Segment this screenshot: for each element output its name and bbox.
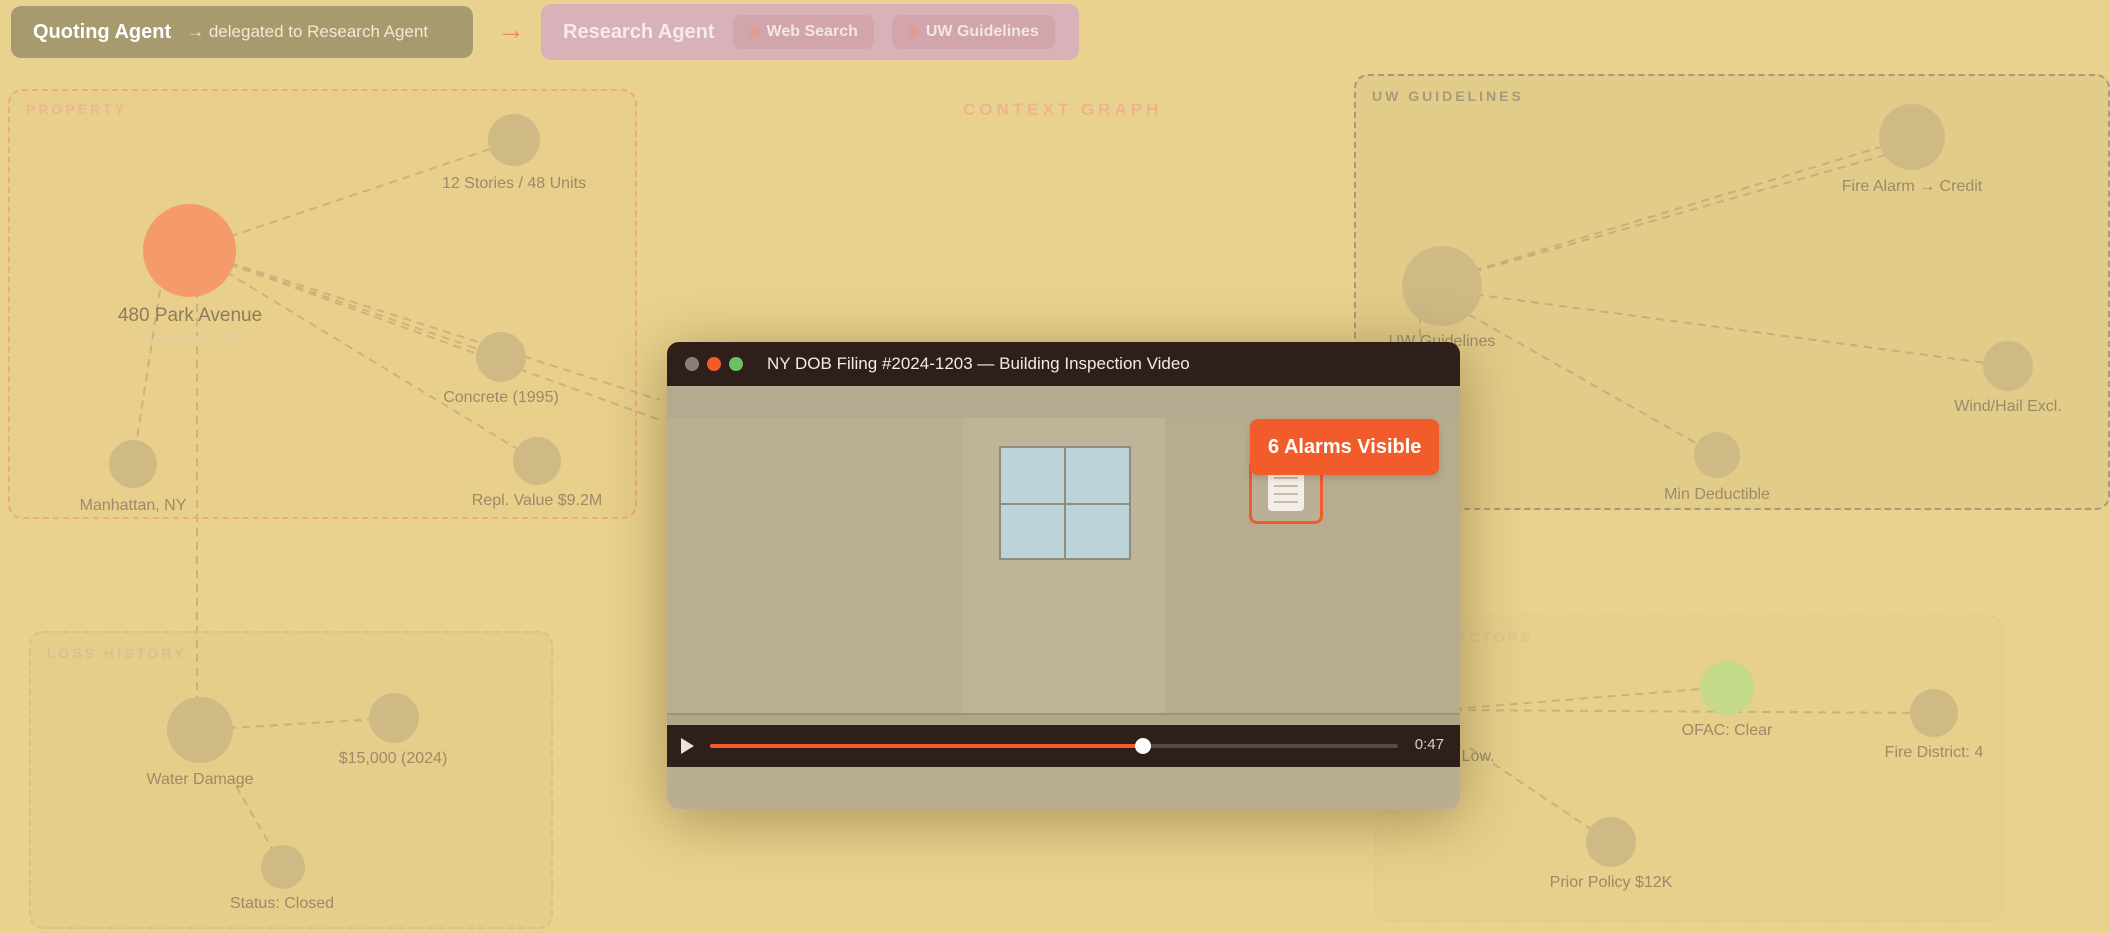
fire-alarm-credit-node[interactable]: [1879, 104, 1945, 170]
location-label: Manhattan, NY: [79, 497, 187, 514]
stories-node[interactable]: [488, 114, 540, 166]
ofac-node[interactable]: [1700, 661, 1754, 715]
uw-guidelines-hub-node[interactable]: [1402, 246, 1482, 326]
window-maximize-icon[interactable]: [729, 357, 743, 371]
water-damage-label: Water Damage: [146, 771, 254, 788]
loss-amount-node[interactable]: [369, 693, 419, 743]
research-agent-title: Research Agent: [563, 20, 715, 43]
risk-factors-group: RISK FACTORS: [1375, 615, 2003, 922]
min-deductible-node[interactable]: [1694, 432, 1740, 478]
video-title: NY DOB Filing #2024-1203 — Building Insp…: [767, 354, 1190, 373]
inspection-video-window[interactable]: NY DOB Filing #2024-1203 — Building Insp…: [667, 342, 1460, 809]
delegation-note: → delegated to Research Agent: [187, 22, 429, 41]
scene-ceiling: [667, 386, 1460, 420]
fire-alarm-icon: [1268, 471, 1304, 511]
prior-policy-label: Prior Policy $12K: [1549, 874, 1673, 891]
video-frame[interactable]: 6 Alarms Visible 0:47: [667, 386, 1460, 767]
group-label-property: PROPERTY: [26, 101, 128, 117]
scene-floor: [667, 713, 1460, 725]
property-main-node[interactable]: [143, 204, 236, 297]
loss-amount-label: $15,000 (2024): [338, 750, 448, 767]
tool-status-dot-icon: [748, 27, 759, 37]
ofac-label: OFAC: Clear: [1681, 722, 1773, 739]
replacement-value-label: Repl. Value $9.2M: [471, 492, 603, 509]
property-main-label: 480 Park Avenue: [117, 305, 263, 326]
tool-chip-uw-guidelines[interactable]: UW Guidelines: [891, 15, 1055, 49]
window-inactive-dot-icon[interactable]: [685, 357, 699, 371]
prior-policy-node[interactable]: [1586, 817, 1636, 867]
risk-low-label: Low.: [1461, 748, 1495, 765]
quoting-agent-pill[interactable]: Quoting Agent → delegated to Research Ag…: [11, 6, 473, 58]
fire-district-node[interactable]: [1910, 689, 1958, 737]
video-titlebar[interactable]: NY DOB Filing #2024-1203 — Building Insp…: [667, 342, 1460, 386]
stories-label: 12 Stories / 48 Units: [441, 175, 587, 192]
video-progress-bar[interactable]: [710, 738, 1398, 754]
flow-arrow-icon: →: [497, 14, 525, 45]
research-agent-pill[interactable]: Research Agent Web Search UW Guidelines: [541, 4, 1079, 60]
tool-chip-label: Web Search: [766, 23, 858, 40]
group-label-loss-history: LOSS HISTORY: [47, 645, 187, 661]
wind-hail-node[interactable]: [1983, 341, 2033, 391]
video-scrubber-handle[interactable]: [1135, 738, 1152, 754]
play-icon[interactable]: [681, 738, 694, 754]
construction-label: Concrete (1995): [443, 389, 559, 406]
tool-status-dot-icon: [907, 27, 918, 37]
video-time: 0:47: [1414, 736, 1444, 753]
graph-title: CONTEXT GRAPH: [963, 100, 1163, 119]
fire-district-label: Fire District: 4: [1884, 744, 1984, 761]
property-location-label: New York, NY: [140, 331, 240, 348]
group-label-uw-guidelines: UW GUIDELINES: [1372, 88, 1524, 104]
alarms-visible-badge: 6 Alarms Visible: [1250, 419, 1440, 475]
replacement-value-node[interactable]: [513, 437, 561, 485]
quoting-agent-title: Quoting Agent: [33, 20, 172, 43]
video-controls: 0:47: [667, 725, 1460, 767]
construction-node[interactable]: [476, 332, 526, 382]
location-node[interactable]: [109, 440, 157, 488]
claim-status-node[interactable]: [261, 845, 305, 889]
scene-window: [999, 446, 1131, 560]
fire-alarm-credit-label: Fire Alarm → Credit: [1841, 178, 1983, 195]
wind-hail-label: Wind/Hail Excl.: [1954, 398, 2062, 415]
water-damage-node[interactable]: [167, 697, 233, 763]
window-close-icon[interactable]: [707, 357, 721, 371]
tool-chip-web-search[interactable]: Web Search: [732, 15, 874, 49]
min-deductible-label: Min Deductible: [1664, 486, 1770, 503]
video-progress-fill: [710, 744, 1144, 748]
tool-chip-label: UW Guidelines: [925, 23, 1039, 40]
claim-status-label: Status: Closed: [229, 895, 335, 912]
